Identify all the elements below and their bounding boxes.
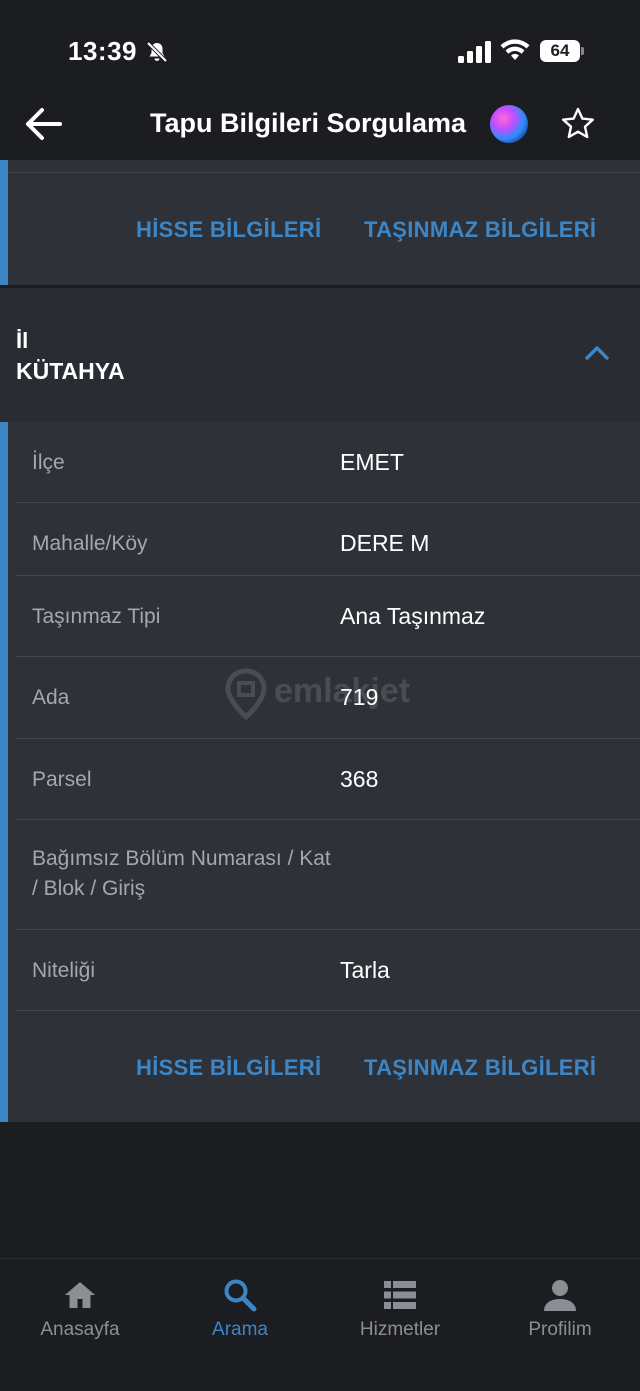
detail-row-parcel: Parsel 368: [16, 739, 640, 820]
detail-row-qualification: Niteliği Tarla: [16, 930, 640, 1011]
detail-row-unit-number: Bağımsız Bölüm Numarası / Kat / Blok / G…: [16, 820, 640, 930]
bottom-tab-bar: Anasayfa Arama Hizmetler Profilim: [0, 1258, 640, 1391]
battery-cap: [581, 47, 584, 55]
property-details: İlçe EMET Mahalle/Köy DERE M Taşınmaz Ti…: [0, 422, 640, 1122]
siri-icon[interactable]: [490, 105, 528, 143]
detail-label: Niteliği: [32, 959, 96, 982]
status-time: 13:39: [68, 36, 137, 66]
bell-muted-icon: [146, 41, 168, 63]
watermark-text: emlakjet: [274, 672, 411, 710]
detail-value: Ana Taşınmaz: [340, 603, 486, 629]
tab-label: Profilim: [528, 1319, 592, 1340]
share-info-link[interactable]: HİSSE BİLGİLERİ: [136, 217, 321, 243]
search-icon: [224, 1279, 257, 1312]
list-icon: [384, 1281, 416, 1309]
detail-value: Tarla: [340, 957, 390, 983]
share-info-link[interactable]: HİSSE BİLGİLERİ: [136, 1055, 321, 1081]
tab-profile[interactable]: Profilim: [480, 1269, 640, 1359]
detail-row-district: İlçe EMET: [16, 422, 640, 503]
favorite-star-icon[interactable]: [560, 106, 596, 142]
detail-row-property-type: Taşınmaz Tipi Ana Taşınmaz: [16, 576, 640, 657]
province-header[interactable]: İl KÜTAHYA: [0, 288, 640, 422]
battery-indicator: 64: [540, 40, 580, 62]
home-icon: [65, 1282, 95, 1308]
detail-label: İlçe: [32, 451, 65, 474]
user-icon: [544, 1280, 576, 1311]
tab-home[interactable]: Anasayfa: [0, 1269, 160, 1359]
property-info-link[interactable]: TAŞINMAZ BİLGİLERİ: [364, 1055, 596, 1081]
location-pin-icon: [225, 668, 267, 720]
watermark-logo: emlakjet: [224, 668, 424, 724]
battery-level: 64: [550, 41, 570, 60]
detail-label: Taşınmaz Tipi: [32, 605, 161, 628]
tab-search[interactable]: Arama: [160, 1269, 320, 1359]
detail-label: Ada: [32, 686, 70, 709]
app-header: Tapu Bilgileri Sorgulama: [0, 88, 640, 160]
detail-value: DERE M: [340, 530, 430, 556]
tab-label: Anasayfa: [40, 1319, 120, 1340]
tab-label: Hizmetler: [359, 1319, 441, 1340]
detail-label: Mahalle/Köy: [32, 532, 148, 555]
province-label: İl: [16, 328, 29, 353]
tab-services[interactable]: Hizmetler: [320, 1269, 480, 1359]
wifi-icon: [500, 39, 530, 60]
chevron-up-icon[interactable]: [584, 344, 610, 362]
detail-row-neighborhood: Mahalle/Köy DERE M: [16, 503, 640, 576]
back-arrow-icon[interactable]: [24, 106, 62, 142]
detail-value: 368: [340, 766, 379, 792]
status-bar: 13:39 64: [0, 0, 640, 100]
signal-icon: [458, 41, 491, 63]
page-title: Tapu Bilgileri Sorgulama: [150, 108, 467, 138]
detail-value: EMET: [340, 449, 404, 475]
province-value: KÜTAHYA: [16, 358, 125, 384]
detail-label: Parsel: [32, 768, 92, 791]
card-divider: [8, 172, 640, 173]
tab-label: Arama: [212, 1319, 268, 1340]
property-info-link[interactable]: TAŞINMAZ BİLGİLERİ: [364, 217, 596, 243]
detail-label: Bağımsız Bölüm Numarası / Kat / Blok / G…: [32, 847, 331, 900]
